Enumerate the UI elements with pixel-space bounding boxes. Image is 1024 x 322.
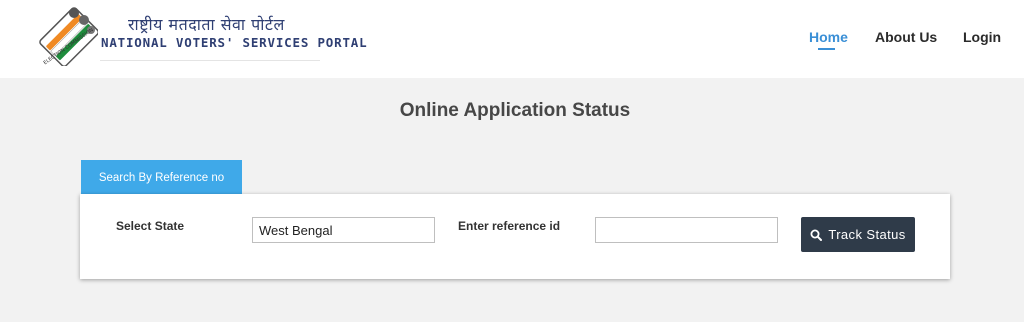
eci-logo[interactable]: ELECTION COMMISSION bbox=[36, 4, 100, 68]
brand-title-hindi: राष्ट्रीय मतदाता सेवा पोर्टल bbox=[128, 15, 285, 34]
nav-about-us[interactable]: About Us bbox=[875, 29, 937, 45]
reference-id-label: Enter reference id bbox=[458, 219, 561, 233]
brand-title-english: NATIONAL VOTERS' SERVICES PORTAL bbox=[101, 35, 368, 50]
state-label: Select State bbox=[116, 219, 185, 233]
search-panel: Select State Enter reference id Track St… bbox=[80, 194, 950, 279]
voting-finger-logo-icon: ELECTION COMMISSION bbox=[39, 7, 100, 68]
nav-login[interactable]: Login bbox=[963, 29, 1001, 45]
page-title: Online Application Status bbox=[399, 100, 631, 121]
site-header: ELECTION COMMISSION राष्ट्रीय मतदाता सेव… bbox=[0, 0, 1024, 78]
nav-active-indicator bbox=[818, 48, 835, 50]
brand-divider bbox=[100, 60, 320, 61]
track-status-label: Track Status bbox=[828, 227, 906, 242]
nav-home[interactable]: Home bbox=[809, 29, 848, 45]
reference-id-input[interactable] bbox=[595, 217, 778, 243]
track-status-button[interactable]: Track Status bbox=[801, 217, 915, 252]
tab-search-by-reference[interactable]: Search By Reference no bbox=[81, 160, 242, 195]
state-select[interactable] bbox=[252, 217, 435, 243]
search-icon bbox=[810, 229, 823, 241]
